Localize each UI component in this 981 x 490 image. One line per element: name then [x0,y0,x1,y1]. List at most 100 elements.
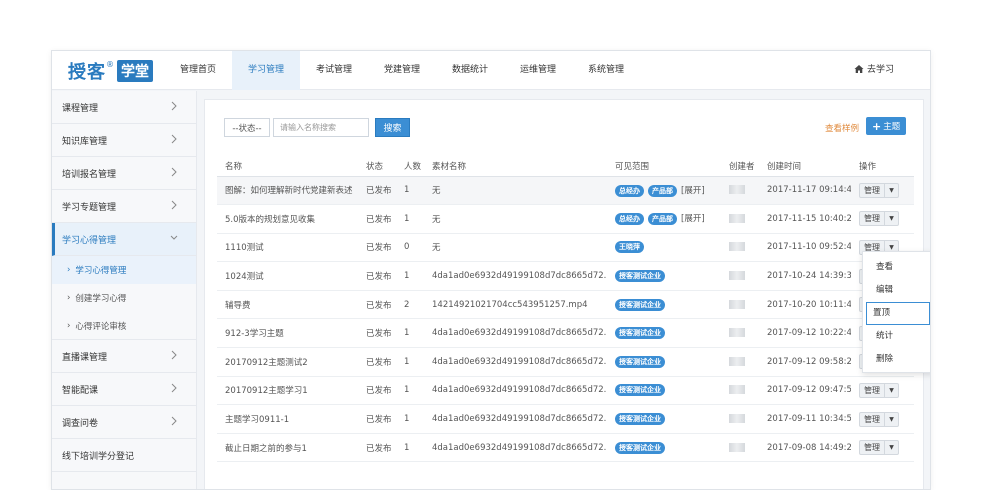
cell-creator [721,318,759,349]
cell-count: 1 [396,376,424,406]
search-input[interactable] [273,118,369,137]
manage-dropdown-menu: 查看 编辑 置顶 统计 删除 [862,251,930,373]
nav-study-management[interactable]: 学习管理 [232,51,300,90]
menu-item-view[interactable]: 查看 [866,256,930,279]
nav-statistics[interactable]: 数据统计 [436,51,504,90]
blurred-creator [729,385,745,395]
sidebar-item-study-notes[interactable]: 学习心得管理 [52,223,196,256]
table-row[interactable]: 辅导费 已发布 2 14214921021704cc543951257.mp4 授客测试… [217,290,914,320]
sidebar-item-study-topic[interactable]: 学习专题管理 [52,190,196,223]
chevron-right-icon: › [67,320,71,331]
cell-visibility: 授客测试企业 [607,376,721,406]
go-study-link[interactable]: 去学习 [854,62,894,75]
cell-name: 主题学习0911-1 [217,404,358,434]
sidebar-subitem-comment-review[interactable]: › 心得评论审核 [52,312,196,340]
col-header-count: 人数 [396,156,424,177]
sidebar-item-label: 课程管理 [62,103,99,114]
menu-item-stats[interactable]: 统计 [866,325,930,348]
menu-item-edit[interactable]: 编辑 [866,279,930,302]
sidebar-item-offline-credit[interactable]: 线下培训学分登记 [52,439,196,472]
cell-actions: 管理 ▼ [851,204,914,234]
expand-link[interactable]: [展开] [681,214,705,224]
visibility-tag: 授客测试企业 [615,355,665,368]
cell-status: 已发布 [358,347,396,377]
col-header-material: 素材名称 [424,156,607,177]
cell-created-time: 2017-09-12 09:58:21 [759,347,851,377]
sidebar-subitem-notes-management[interactable]: › 学习心得管理 [52,256,196,284]
sidebar-item-knowledge[interactable]: 知识库管理 [52,124,196,157]
cell-name: 辅导费 [217,290,358,320]
table-row[interactable]: 1110测试 已发布 0 无王晓萍 2017-11-10 09:52:48 管理 ▼ [217,233,914,263]
table-row[interactable]: 截止日期之前的参与1 已发布 1 4da1ad0e6932d49199108d7dc8… [217,433,914,463]
cell-material: 14214921021704cc543951257.mp4 [424,290,607,320]
manage-label: 管理 [864,185,880,195]
nav-operations[interactable]: 运维管理 [504,51,572,90]
blurred-creator [729,414,745,424]
cell-created-time: 2017-10-20 10:11:49 [759,290,851,320]
cell-actions: 管理 ▼ [851,433,914,463]
sidebar-subitem-create-notes[interactable]: › 创建学习心得 [52,284,196,312]
cell-creator [721,433,759,463]
blurred-creator [729,242,745,252]
cell-status: 已发布 [358,233,396,263]
cell-material: 4da1ad0e6932d49199108d7dc8665d72.mp4 [424,318,607,349]
manage-button[interactable]: 管理 ▼ [859,382,899,398]
cell-material: 4da1ad0e6932d49199108d7dc8665d72.mp4 [424,347,607,377]
manage-button[interactable]: 管理 ▼ [859,211,899,227]
cell-name: 图解：如何理解新时代党建新表述 [217,176,358,206]
table-row[interactable]: 主题学习0911-1 已发布 1 4da1ad0e6932d49199108d7dc8… [217,404,914,434]
table-row[interactable]: 5.0版本的规划意见收集 已发布 1 无总经办 产品部 [展开] 2017-11-15 10… [217,204,914,234]
manage-label: 管理 [864,414,880,424]
sidebar-item-label: 学习专题管理 [62,202,117,213]
visibility-tag: 授客测试企业 [615,413,665,426]
caret-down-icon: ▼ [884,412,898,426]
view-sample-link[interactable]: 查看样例 [825,122,859,134]
cell-visibility: 王晓萍 [607,233,721,263]
manage-label: 管理 [864,385,880,395]
sidebar-item-label: 直播课管理 [62,352,108,363]
cell-count: 1 [396,433,424,463]
cell-creator [721,290,759,320]
table-row[interactable]: 20170912主题测试2 已发布 1 4da1ad0e6932d49199108d7… [217,347,914,377]
nav-system[interactable]: 系统管理 [572,51,640,90]
nav-exam-management[interactable]: 考试管理 [300,51,368,90]
manage-button[interactable]: 管理 ▼ [859,182,899,198]
manage-button[interactable]: 管理 ▼ [859,411,899,427]
sidebar-item-live[interactable]: 直播课管理 [52,340,196,373]
cell-status: 已发布 [358,176,396,206]
home-icon [854,64,864,74]
table-row[interactable]: 20170912主题学习1 已发布 1 4da1ad0e6932d49199108d7… [217,376,914,406]
status-select[interactable]: --状态-- [224,118,270,137]
table-row[interactable]: 912-3学习主题 已发布 1 4da1ad0e6932d49199108d7dc86… [217,318,914,349]
menu-item-pin[interactable]: 置顶 [866,302,930,325]
nav-dashboard[interactable]: 管理首页 [164,51,232,90]
cell-actions: 管理 ▼ [851,404,914,434]
cell-actions: 管理 ▼ [851,176,914,206]
visibility-tag: 产品部 [648,213,677,226]
sidebar-item-label: 线下培训学分登记 [62,451,135,462]
add-topic-button[interactable]: + 主题 [866,117,907,135]
cell-name: 5.0版本的规划意见收集 [217,204,358,234]
sidebar-item-course[interactable]: 课程管理 [52,91,196,124]
cell-created-time: 2017-09-12 09:47:53 [759,376,851,406]
sidebar-item-smart-course[interactable]: 智能配课 [52,373,196,406]
table-row[interactable]: 1024测试 已发布 1 4da1ad0e6932d49199108d7dc8665d… [217,261,914,291]
expand-link[interactable]: [展开] [681,186,705,196]
cell-visibility: 授客测试企业 [607,290,721,320]
visibility-tag: 王晓萍 [615,241,644,254]
blurred-creator [729,328,745,338]
sidebar-item-training-signup[interactable]: 培训报名管理 [52,157,196,190]
table-row[interactable]: 图解：如何理解新时代党建新表述 已发布 1 无总经办 产品部 [展开] 2017-11-17… [217,176,914,206]
visibility-tag: 总经办 [615,213,644,226]
cell-name: 912-3学习主题 [217,318,358,349]
sidebar-item-survey[interactable]: 调查问卷 [52,406,196,439]
nav-party-management[interactable]: 党建管理 [368,51,436,90]
logo-reg: ® [106,59,114,69]
cell-status: 已发布 [358,290,396,320]
manage-button[interactable]: 管理 ▼ [859,440,899,456]
search-button[interactable]: 搜索 [375,118,410,137]
blurred-creator [729,271,745,281]
menu-item-delete[interactable]: 删除 [866,348,930,371]
table-header-row: 名称 状态 人数 素材名称 可见范围 创建者 创建时间 操作 [217,156,914,177]
cell-status: 已发布 [358,433,396,463]
